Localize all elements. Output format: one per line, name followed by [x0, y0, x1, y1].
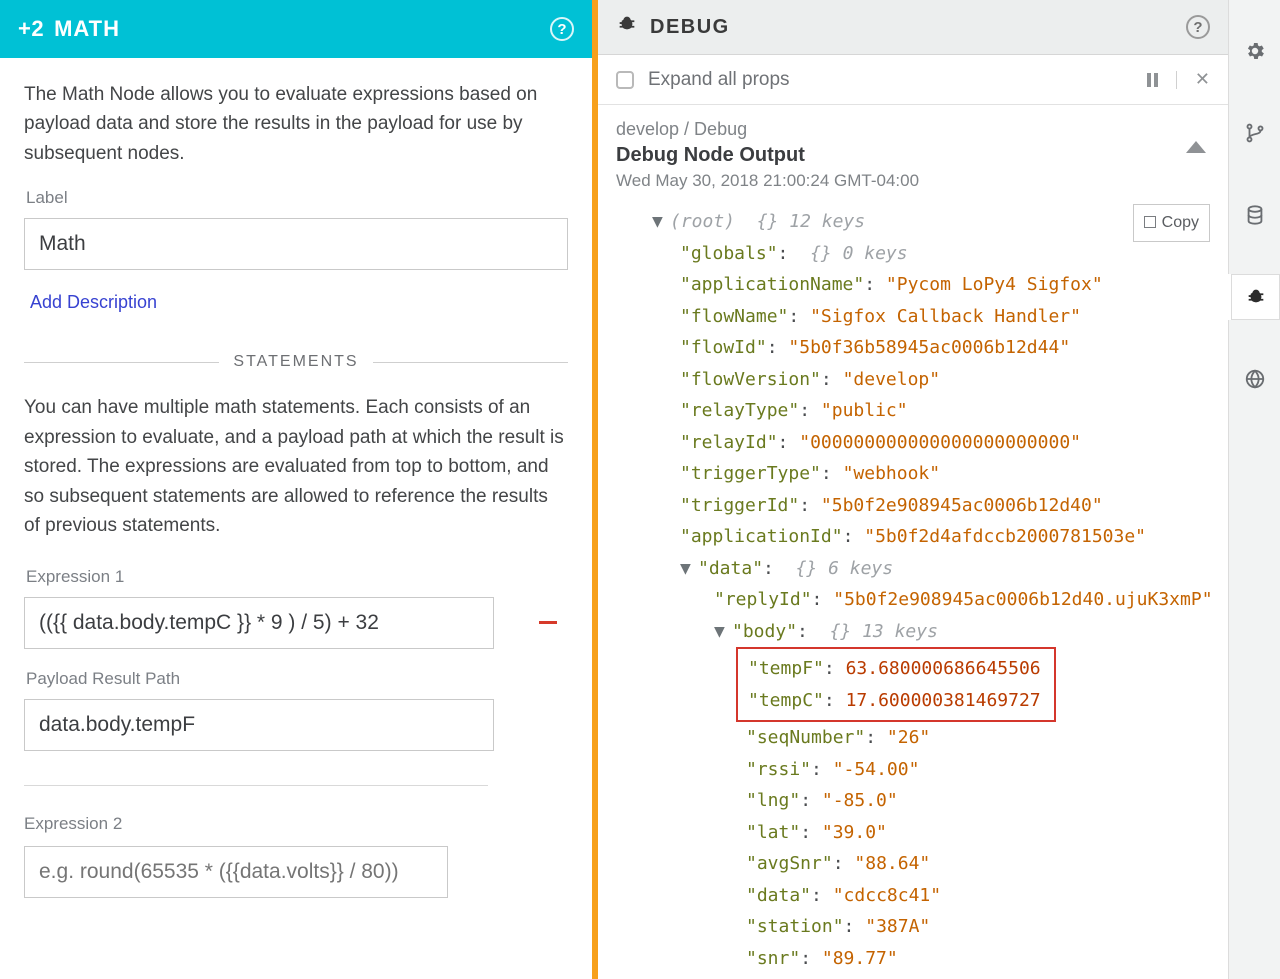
remove-statement-button[interactable]: [528, 603, 568, 643]
json-row[interactable]: "lat": "39.0": [616, 817, 1210, 849]
json-row[interactable]: "avgSnr": "88.64": [616, 848, 1210, 880]
toolbar-divider: [1176, 71, 1177, 89]
json-row[interactable]: "relayType": "public": [616, 395, 1210, 427]
add-description-link[interactable]: Add Description: [30, 292, 157, 313]
debug-title-word: DEBUG: [650, 16, 730, 39]
debug-panel: DEBUG ? Expand all props ✕ develop / Deb…: [598, 0, 1228, 979]
expand-all-checkbox[interactable]: [616, 71, 634, 89]
json-row[interactable]: "seqNumber": "26": [616, 722, 1210, 754]
json-row[interactable]: "rssi": "-54.00": [616, 754, 1210, 786]
bug-icon: [616, 13, 638, 41]
math-intro: The Math Node allows you to evaluate exp…: [24, 80, 568, 168]
json-row[interactable]: "triggerId": "5b0f2e908945ac0006b12d40": [616, 490, 1210, 522]
result-path-input[interactable]: [24, 699, 494, 751]
json-row[interactable]: "station": "387A": [616, 911, 1210, 943]
debug-header: DEBUG ?: [598, 0, 1228, 55]
json-row[interactable]: "lng": "-85.0": [616, 785, 1210, 817]
math-badge: +2: [18, 16, 44, 42]
rail-globe-icon[interactable]: [1229, 356, 1280, 402]
debug-node-title: Debug Node Output: [616, 144, 1210, 167]
breadcrumb: develop / Debug: [616, 119, 1210, 140]
json-viewer: Copy ▼(root) {} 12 keys "globals": {} 0 …: [598, 202, 1228, 979]
expand-row: Expand all props ✕: [598, 55, 1228, 105]
json-row[interactable]: "replyId": "5b0f2e908945ac0006b12d40.uju…: [616, 584, 1210, 616]
json-row[interactable]: "tempF": 63.680000686645506: [748, 653, 1044, 685]
statement-separator: [24, 785, 488, 786]
expression-2-input[interactable]: [24, 846, 448, 898]
debug-meta: develop / Debug Debug Node Output Wed Ma…: [598, 105, 1228, 202]
label-input[interactable]: [24, 218, 568, 270]
expression-1-input[interactable]: [24, 597, 494, 649]
copy-icon: [1144, 216, 1156, 228]
expression-1-label: Expression 1: [26, 567, 568, 587]
help-icon[interactable]: ?: [550, 17, 574, 41]
statements-description: You can have multiple math statements. E…: [24, 393, 568, 540]
right-rail: [1228, 0, 1280, 979]
debug-timestamp: Wed May 30, 2018 21:00:24 GMT-04:00: [616, 171, 1210, 191]
json-row[interactable]: "flowName": "Sigfox Callback Handler": [616, 301, 1210, 333]
result-path-label: Payload Result Path: [26, 669, 568, 689]
minus-icon: [539, 621, 557, 624]
expand-all-label: Expand all props: [648, 69, 790, 91]
math-body: The Math Node allows you to evaluate exp…: [0, 58, 592, 979]
json-row[interactable]: "applicationName": "Pycom LoPy4 Sigfox": [616, 269, 1210, 301]
statements-divider: STATEMENTS: [24, 353, 568, 371]
rail-debug-icon[interactable]: [1228, 274, 1280, 320]
json-row[interactable]: "tempC": 17.600000381469727: [748, 685, 1044, 717]
math-node-panel: +2 MATH ? The Math Node allows you to ev…: [0, 0, 598, 979]
json-row[interactable]: "flowId": "5b0f36b58945ac0006b12d44": [616, 332, 1210, 364]
json-row[interactable]: "snr": "89.77": [616, 943, 1210, 975]
copy-button[interactable]: Copy: [1133, 204, 1210, 242]
rail-settings-icon[interactable]: [1229, 28, 1280, 74]
json-row[interactable]: "flowVersion": "develop": [616, 364, 1210, 396]
math-header: +2 MATH ?: [0, 0, 592, 58]
json-row[interactable]: "data": "cdcc8c41": [616, 880, 1210, 912]
json-body-node[interactable]: ▼"body": {} 13 keys: [616, 616, 1210, 648]
expression-2-label: Expression 2: [24, 814, 568, 834]
math-title: MATH: [54, 16, 120, 42]
rail-database-icon[interactable]: [1229, 192, 1280, 238]
pause-icon[interactable]: [1147, 73, 1158, 87]
json-row[interactable]: "triggerType": "webhook": [616, 458, 1210, 490]
json-row[interactable]: "relayId": "000000000000000000000000": [616, 427, 1210, 459]
debug-help-icon[interactable]: ?: [1186, 15, 1210, 39]
json-row[interactable]: "globals": {} 0 keys: [616, 238, 1210, 270]
json-data-node[interactable]: ▼"data": {} 6 keys: [616, 553, 1210, 585]
json-root[interactable]: ▼(root) {} 12 keys: [616, 206, 1210, 238]
json-row[interactable]: "applicationId": "5b0f2d4afdccb200078150…: [616, 521, 1210, 553]
close-icon[interactable]: ✕: [1195, 69, 1210, 90]
collapse-icon[interactable]: [1186, 141, 1206, 153]
statements-heading: STATEMENTS: [233, 353, 358, 371]
highlighted-values: "tempF": 63.680000686645506 "tempC": 17.…: [736, 647, 1056, 722]
label-field-label: Label: [26, 188, 568, 208]
rail-branch-icon[interactable]: [1229, 110, 1280, 156]
